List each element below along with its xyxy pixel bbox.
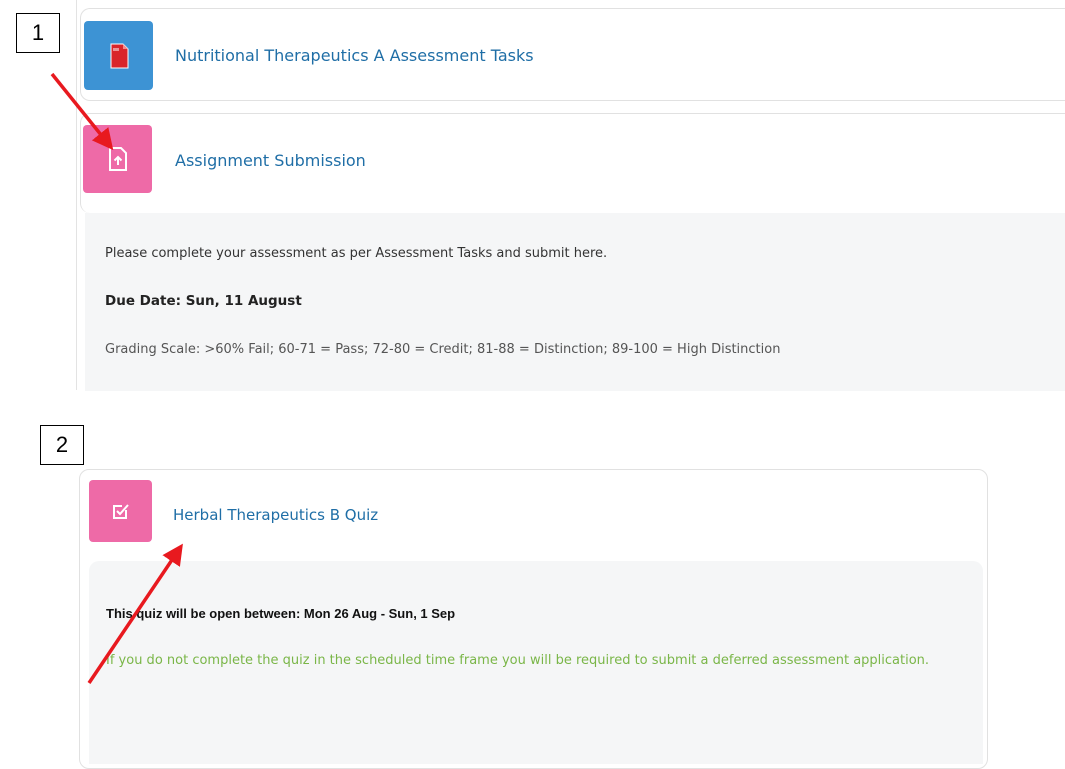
checkbox-edit-icon[interactable] <box>89 480 152 542</box>
quiz-title-link[interactable]: Herbal Therapeutics B Quiz <box>173 506 378 524</box>
grading-scale: Grading Scale: >60% Fail; 60-71 = Pass; … <box>105 342 781 357</box>
resource-title-link[interactable]: Nutritional Therapeutics A Assessment Ta… <box>175 46 534 65</box>
callout-label-2: 2 <box>40 425 84 465</box>
assignment-title-link[interactable]: Assignment Submission <box>175 151 366 170</box>
quiz-open-dates: This quiz will be open between: Mon 26 A… <box>106 606 456 621</box>
pdf-file-icon[interactable] <box>84 21 153 90</box>
callout-label-1: 1 <box>16 13 60 53</box>
quiz-deferred-warning: If you do not complete the quiz in the s… <box>106 653 930 668</box>
assignment-due-date: Due Date: Sun, 11 August <box>105 293 302 309</box>
assignment-instructions: Please complete your assessment as per A… <box>105 246 608 261</box>
upload-file-icon[interactable] <box>83 125 152 193</box>
